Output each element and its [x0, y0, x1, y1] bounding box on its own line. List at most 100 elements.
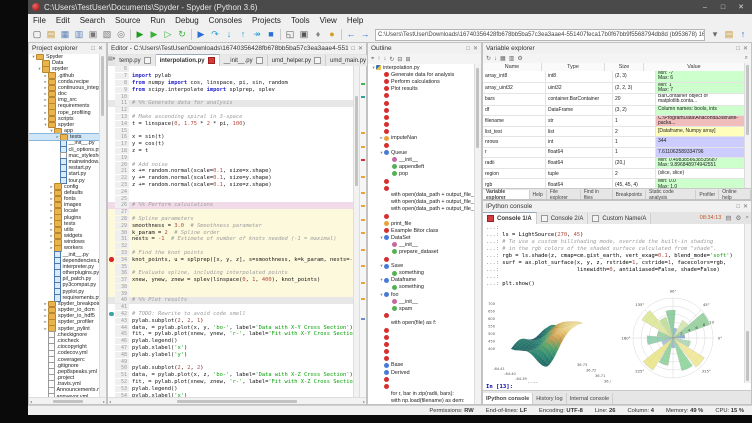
new-file-icon[interactable]: ▢: [30, 28, 44, 41]
code-line-46[interactable]: 46pylab.legend(): [108, 338, 354, 345]
outline-item[interactable]: [368, 178, 475, 185]
project-tree-hscrollbar[interactable]: ◂▸: [29, 397, 106, 404]
outline-item[interactable]: [368, 348, 475, 355]
code-line-20[interactable]: 20# Add noise: [108, 161, 354, 168]
outline-item-prepare_dataset[interactable]: prepare_dataset: [368, 248, 475, 255]
copy-icon[interactable]: ▣: [86, 28, 100, 41]
console-tab-console-2-a[interactable]: Console 2/A: [537, 213, 589, 224]
run-icon[interactable]: ▶: [133, 28, 147, 41]
code-line-28[interactable]: 28# Spline parameters: [108, 216, 354, 223]
save-as-icon[interactable]: ▥: [509, 55, 515, 62]
variable-row-region[interactable]: regiontuple2(slice, slice): [483, 169, 745, 179]
layout-icon[interactable]: ▧: [100, 28, 114, 41]
code-line-53[interactable]: 53pylab.legend(): [108, 385, 354, 392]
variable-row-nrows[interactable]: nrowsint1344: [483, 137, 745, 147]
editor-tab-umd_helper.py[interactable]: umd_helper.py: [268, 55, 326, 66]
outline-item-base[interactable]: Base: [368, 362, 475, 369]
options-icon[interactable]: ⚙: [517, 55, 522, 62]
outline-item-example-bitor-class[interactable]: Example Bitor class: [368, 227, 475, 234]
close-icon[interactable]: ✕: [743, 203, 748, 210]
variable-row-df[interactable]: dfDataFrame(3, 2)Column names: bools, in…: [483, 106, 745, 116]
console-tab-custom-name-a[interactable]: Custom Name/A: [588, 213, 651, 224]
step-into-icon[interactable]: ↓: [222, 28, 236, 41]
close-button[interactable]: ✕: [734, 3, 748, 11]
follow-cursor-icon[interactable]: ⌖: [371, 56, 374, 63]
dock-tab-find-in-files[interactable]: Find in files: [581, 190, 613, 199]
dock-tab-breakpoints[interactable]: Breakpoints: [613, 190, 646, 199]
refresh-icon[interactable]: ↻: [389, 56, 394, 63]
code-editor[interactable]: 67import pylab8from numpy import cos, li…: [108, 66, 354, 398]
menu-file[interactable]: File: [28, 16, 51, 25]
variable-table-scrollbar[interactable]: [744, 63, 751, 189]
code-line-31[interactable]: 31nests = -1 # Estimate of number of kno…: [108, 236, 354, 243]
code-line-43[interactable]: 43pylab.subplot(2, 2, 1): [108, 317, 354, 324]
close-icon[interactable]: ✕: [743, 45, 748, 52]
outline-item-with-open-data_path-output_file_n-[interactable]: with open(data_path + output_file_n...: [368, 192, 475, 199]
code-line-49[interactable]: 49: [108, 358, 354, 365]
outline-item[interactable]: [368, 341, 475, 348]
outline-item-__init__[interactable]: __init__: [368, 156, 475, 163]
code-line-19[interactable]: 19: [108, 154, 354, 161]
variable-row-array_int8[interactable]: array_int8int8(2, 3)Min: -7 Max: 6: [483, 71, 745, 83]
console-busy-icon[interactable]: [487, 215, 494, 222]
code-line-26[interactable]: 26# %% Perform calculations: [108, 202, 354, 209]
column-header-size[interactable]: Size: [605, 63, 644, 71]
step-return-icon[interactable]: ↑: [236, 28, 250, 41]
debug-icon[interactable]: ▶: [194, 28, 208, 41]
code-line-41[interactable]: 41: [108, 304, 354, 311]
rerun-cell-icon[interactable]: ↻: [175, 28, 189, 41]
dock-tab-variable-explorer[interactable]: Variable explorer: [483, 190, 530, 199]
outline-scrollbar[interactable]: [474, 64, 481, 404]
console-tab-console-1-a[interactable]: Console 1/A: [483, 212, 537, 224]
outline-item-with-np-load-filename-as-dem-[interactable]: with np.load(filename) as dem:: [368, 397, 475, 404]
outline-item-print_file[interactable]: print_file: [368, 220, 475, 227]
code-line-42[interactable]: 42# TODO: Rewrite to avoid code smell: [108, 311, 354, 318]
modified-indicator-icon[interactable]: [208, 57, 215, 64]
menu-projects[interactable]: Projects: [247, 16, 286, 25]
console-output[interactable]: ...: ...: ls = LightSource(270, 45)...: …: [483, 224, 745, 383]
code-line-29[interactable]: 29smoothness = 3.0 # Smoothness paramete…: [108, 222, 354, 229]
outline-item-derived[interactable]: Derived: [368, 369, 475, 376]
outline-item[interactable]: [368, 213, 475, 220]
outline-item[interactable]: [368, 383, 475, 390]
import-data-icon[interactable]: ↓: [494, 56, 497, 62]
collapse-all-icon[interactable]: ⊟: [397, 56, 402, 63]
outline-item-appendleft[interactable]: appendleft: [368, 163, 475, 170]
variable-row-bars[interactable]: barscontainer.BarContainer20BarContainer…: [483, 94, 745, 106]
code-line-25[interactable]: 25: [108, 195, 354, 202]
code-line-36[interactable]: 36# Evaluate spline, including interpola…: [108, 270, 354, 277]
browse-tabs-icon[interactable]: ▤▾: [108, 53, 115, 66]
outline-item[interactable]: [368, 121, 475, 128]
outline-item[interactable]: [368, 142, 475, 149]
palette-icon[interactable]: ●: [325, 28, 339, 41]
preferences-icon[interactable]: ◎: [114, 28, 128, 41]
continue-icon[interactable]: ↠: [250, 28, 264, 41]
outline-item[interactable]: [368, 107, 475, 114]
menu-search[interactable]: Search: [75, 16, 110, 25]
code-line-32[interactable]: 32: [108, 243, 354, 250]
code-line-40[interactable]: 40# %% Plot results: [108, 297, 354, 304]
gutter-marker[interactable]: [108, 312, 115, 317]
code-line-18[interactable]: 18z = t: [108, 148, 354, 155]
tab-close-icon[interactable]: [256, 57, 263, 64]
code-line-52[interactable]: 52fit, = pylab.plot(xnew, znew, 'r-', la…: [108, 379, 354, 386]
undock-icon[interactable]: □: [736, 46, 740, 52]
close-icon[interactable]: ✕: [358, 45, 363, 52]
code-line-22[interactable]: 22y += random.normal(scale=0.1, size=y.s…: [108, 175, 354, 182]
code-line-37[interactable]: 37xnew, ynew, znew = splev(linspace(0, 1…: [108, 277, 354, 284]
column-header-name[interactable]: Name: [483, 63, 542, 71]
tab-close-icon[interactable]: [144, 57, 151, 64]
menu-debug[interactable]: Debug: [170, 16, 204, 25]
tab-close-icon[interactable]: [314, 57, 321, 64]
menu-source[interactable]: Source: [110, 16, 145, 25]
dock-tab-file-explorer[interactable]: File explorer: [547, 190, 581, 199]
outline-item-with-open-file-as-f-[interactable]: with open(file) as f:: [368, 319, 475, 326]
code-line-21[interactable]: 21x += random.normal(scale=0.1, size=x.s…: [108, 168, 354, 175]
outline-item-__init__[interactable]: __init__: [368, 241, 475, 248]
outline-item-for-r-bar-in-zip-radii-bars-[interactable]: for r, bar in zip(radii, bars):: [368, 390, 475, 397]
tab-close-icon[interactable]: [541, 215, 548, 222]
outline-item[interactable]: [368, 334, 475, 341]
dock-tab-profiler[interactable]: Profiler: [696, 190, 719, 199]
code-line-17[interactable]: 17y = cos(t): [108, 141, 354, 148]
search-icon[interactable]: ⌕: [745, 55, 748, 62]
